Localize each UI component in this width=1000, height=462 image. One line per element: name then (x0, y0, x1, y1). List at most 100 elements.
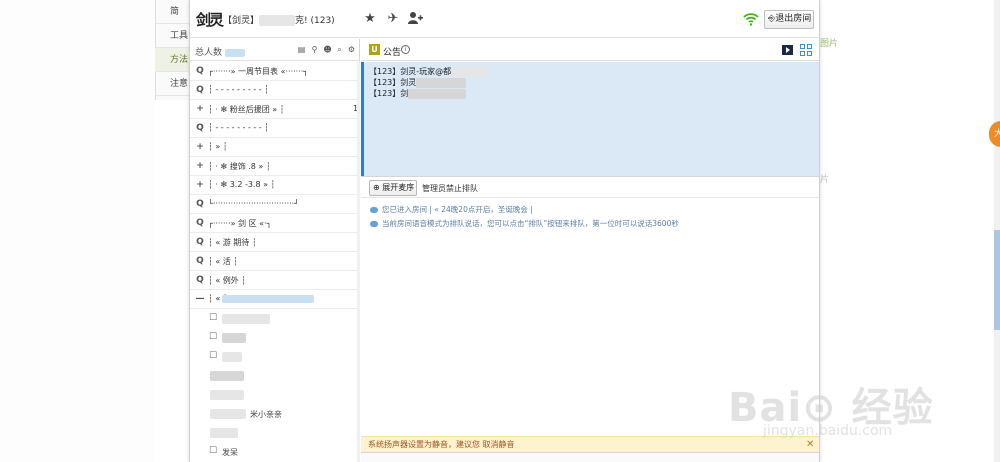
channel-expand-icon[interactable]: + (195, 104, 205, 114)
channel-expand-icon[interactable]: Q (195, 123, 205, 133)
channel-expand-icon[interactable]: + (195, 142, 205, 152)
channel-expand-icon[interactable]: + (195, 161, 205, 171)
channel-name: ┆ « 活 ┆ (208, 257, 239, 266)
expand-queue-button[interactable]: ⊕ 展开麦序 (369, 180, 417, 196)
add-user-icon[interactable] (407, 11, 423, 27)
user-list-item[interactable]: ☐ (208, 329, 358, 347)
channel-name: ┆ - - - - - - - - - ┆ (208, 85, 270, 94)
user-name: 发呆 (222, 448, 238, 457)
blurred-user-name (210, 371, 244, 381)
notice-content: 【123】剑灵-玩家@都 【123】剑灵 【123】剑 (361, 62, 819, 176)
chat-message-text: 当前房间语音模式为排队说话，您可以点击“排队”按钮来排队，第一位时可以说话360… (382, 219, 679, 228)
channel-expand-icon[interactable]: Q (195, 275, 205, 285)
channel-list-panel: 总人数 ▤ ⚲ ☻ ⌕ ⚙ Q ┌·······» 一周节目表 «·······┐… (190, 39, 360, 462)
menu-item-1[interactable]: 简 (155, 0, 191, 24)
notice-header: U 公告 i (361, 39, 819, 61)
chat-message-text: 您已进入房间 | « 24晚20点开启，圣诞晚会 | (382, 205, 533, 214)
page-scrollbar-thumb[interactable] (994, 230, 1000, 330)
notice-label: 公告 (383, 48, 402, 58)
star-icon[interactable]: ★ (362, 11, 378, 27)
user-icon: ☐ (208, 351, 218, 361)
user-list-item[interactable]: ☐ 发呆 (208, 443, 358, 461)
channel-row[interactable]: Q ┆ « 游 期待 ┆ (190, 233, 360, 252)
plane-icon[interactable]: ✈ (385, 11, 401, 27)
blurred-text (416, 77, 467, 88)
channel-list-scrollbar[interactable] (357, 62, 360, 462)
channel-expand-icon[interactable]: Q (195, 199, 205, 209)
expand-icon: ⊕ (373, 183, 380, 192)
exit-room-label: 退出房间 (775, 14, 812, 24)
notice-line-text: 【123】剑灵-玩家@都 (369, 67, 452, 76)
message-bubble-icon (370, 221, 378, 227)
channel-collapse-icon[interactable]: — (195, 294, 205, 304)
menu-item-method[interactable]: 方法 (155, 48, 191, 72)
channel-name: ┆ » ┆ (208, 142, 228, 151)
user-icon: ☐ (208, 332, 218, 342)
mute-warning-text: 系统扬声器设置为静音，建议您 (368, 440, 480, 449)
chat-input-area[interactable] (361, 452, 819, 462)
person-icon[interactable]: ☻ (323, 45, 332, 54)
chat-message: 当前房间语音模式为排队说话，您可以点击“排队”按钮来排队，第一位时可以说话360… (370, 218, 679, 229)
watermark-url: jingyan.baidu.com (763, 423, 893, 439)
channel-row[interactable]: + ┆ · ✻ 搜饰 .8 » ┆ (190, 157, 360, 176)
blurred-text (451, 66, 490, 77)
unmute-link[interactable]: 取消静音 (483, 440, 515, 449)
user-icon: ☐ (208, 313, 218, 323)
location-icon[interactable]: ⚲ (310, 45, 319, 54)
channel-row[interactable]: Q ┌·······» 一周节目表 «·······┐ (190, 62, 360, 81)
channel-name: ┆ · ✻ 搜饰 .8 » ┆ (208, 162, 271, 171)
notice-line: 【123】剑灵 (369, 77, 467, 88)
channel-row[interactable]: Q ┆ - - - - - - - - - ┆ (190, 81, 360, 100)
list-icon[interactable]: ▤ (297, 45, 306, 54)
user-list-item[interactable] (208, 424, 358, 442)
channel-row[interactable]: Q ┆ « 活 ┆ (190, 252, 360, 271)
blurred-count (224, 48, 245, 57)
channel-row-selected[interactable]: — ┆ « ┆ (190, 290, 360, 309)
user-icon: ☐ (208, 446, 218, 456)
menu-item-notes[interactable]: 注意 (155, 72, 191, 96)
background-link[interactable]: 图片 (820, 36, 838, 49)
channel-name: ┆ « 游 期待 ┆ (208, 238, 257, 247)
channel-expand-icon[interactable]: Q (195, 66, 205, 76)
channel-row[interactable]: + ┆ · ✻ 粉丝后援团 » ┆ 1 (190, 100, 360, 119)
channel-expand-icon[interactable]: + (195, 180, 205, 190)
channel-row[interactable]: Q ┌·······» 剑 区 «·┐ (190, 214, 360, 233)
room-title-prefix: 【剑灵】 (223, 16, 260, 26)
blurred-user-name (222, 333, 246, 343)
menu-item-tools[interactable]: 工具 (155, 24, 191, 48)
channel-list-header: 总人数 ▤ ⚲ ☻ ⌕ ⚙ (190, 39, 360, 61)
notice-line-text: 【123】剑灵 (369, 78, 417, 87)
blurred-text (259, 15, 296, 26)
blurred-user-name (222, 352, 242, 362)
user-list-item[interactable]: ☐ (208, 310, 358, 328)
user-list-item[interactable]: 米小亲亲 (208, 405, 358, 423)
exit-room-button[interactable]: ⎆退出房间 (764, 10, 814, 29)
room-title: 【剑灵】 克! (123) (223, 13, 335, 26)
wifi-icon (743, 12, 759, 26)
user-name: 米小亲亲 (250, 410, 282, 419)
channel-name: ┌·······» 一周节目表 «·······┐ (208, 67, 309, 76)
message-bubble-icon (370, 207, 378, 213)
channel-row[interactable]: + ┆ · ✻ 3.2 -3.8 » ┆ (190, 176, 360, 195)
channel-name: ┌·······» 剑 区 «·┐ (208, 219, 272, 228)
game-logo: 剑灵 (196, 11, 224, 29)
notice-info-icon[interactable]: i (401, 45, 410, 54)
user-list-item[interactable]: ☐ (208, 348, 358, 366)
channel-expand-icon[interactable]: Q (195, 256, 205, 266)
channel-expand-icon[interactable]: Q (195, 218, 205, 228)
user-list-item[interactable] (208, 367, 358, 385)
user-list-item[interactable] (208, 386, 358, 404)
channel-expand-icon[interactable]: Q (195, 237, 205, 247)
channel-expand-icon[interactable]: Q (195, 85, 205, 95)
channel-row[interactable]: Q ┆ « 例外 ┆ (190, 271, 360, 290)
expand-queue-label: 展开麦序 (382, 183, 415, 192)
search-icon[interactable]: ⌕ (335, 45, 344, 54)
channel-row[interactable]: + ┆ » ┆ (190, 138, 360, 157)
settings-icon[interactable]: ⚙ (347, 45, 356, 54)
play-icon[interactable] (782, 45, 793, 55)
channel-row[interactable]: Q └································┘ (190, 195, 360, 214)
grid-icon[interactable] (800, 44, 812, 56)
window-titlebar: 剑灵 【剑灵】 克! (123) ★ ✈ ⎆退出房间 (190, 0, 819, 38)
channel-name: ┆ « 例外 ┆ (208, 276, 247, 285)
channel-row[interactable]: Q ┆ - - - - - - - - - ┆ (190, 119, 360, 138)
